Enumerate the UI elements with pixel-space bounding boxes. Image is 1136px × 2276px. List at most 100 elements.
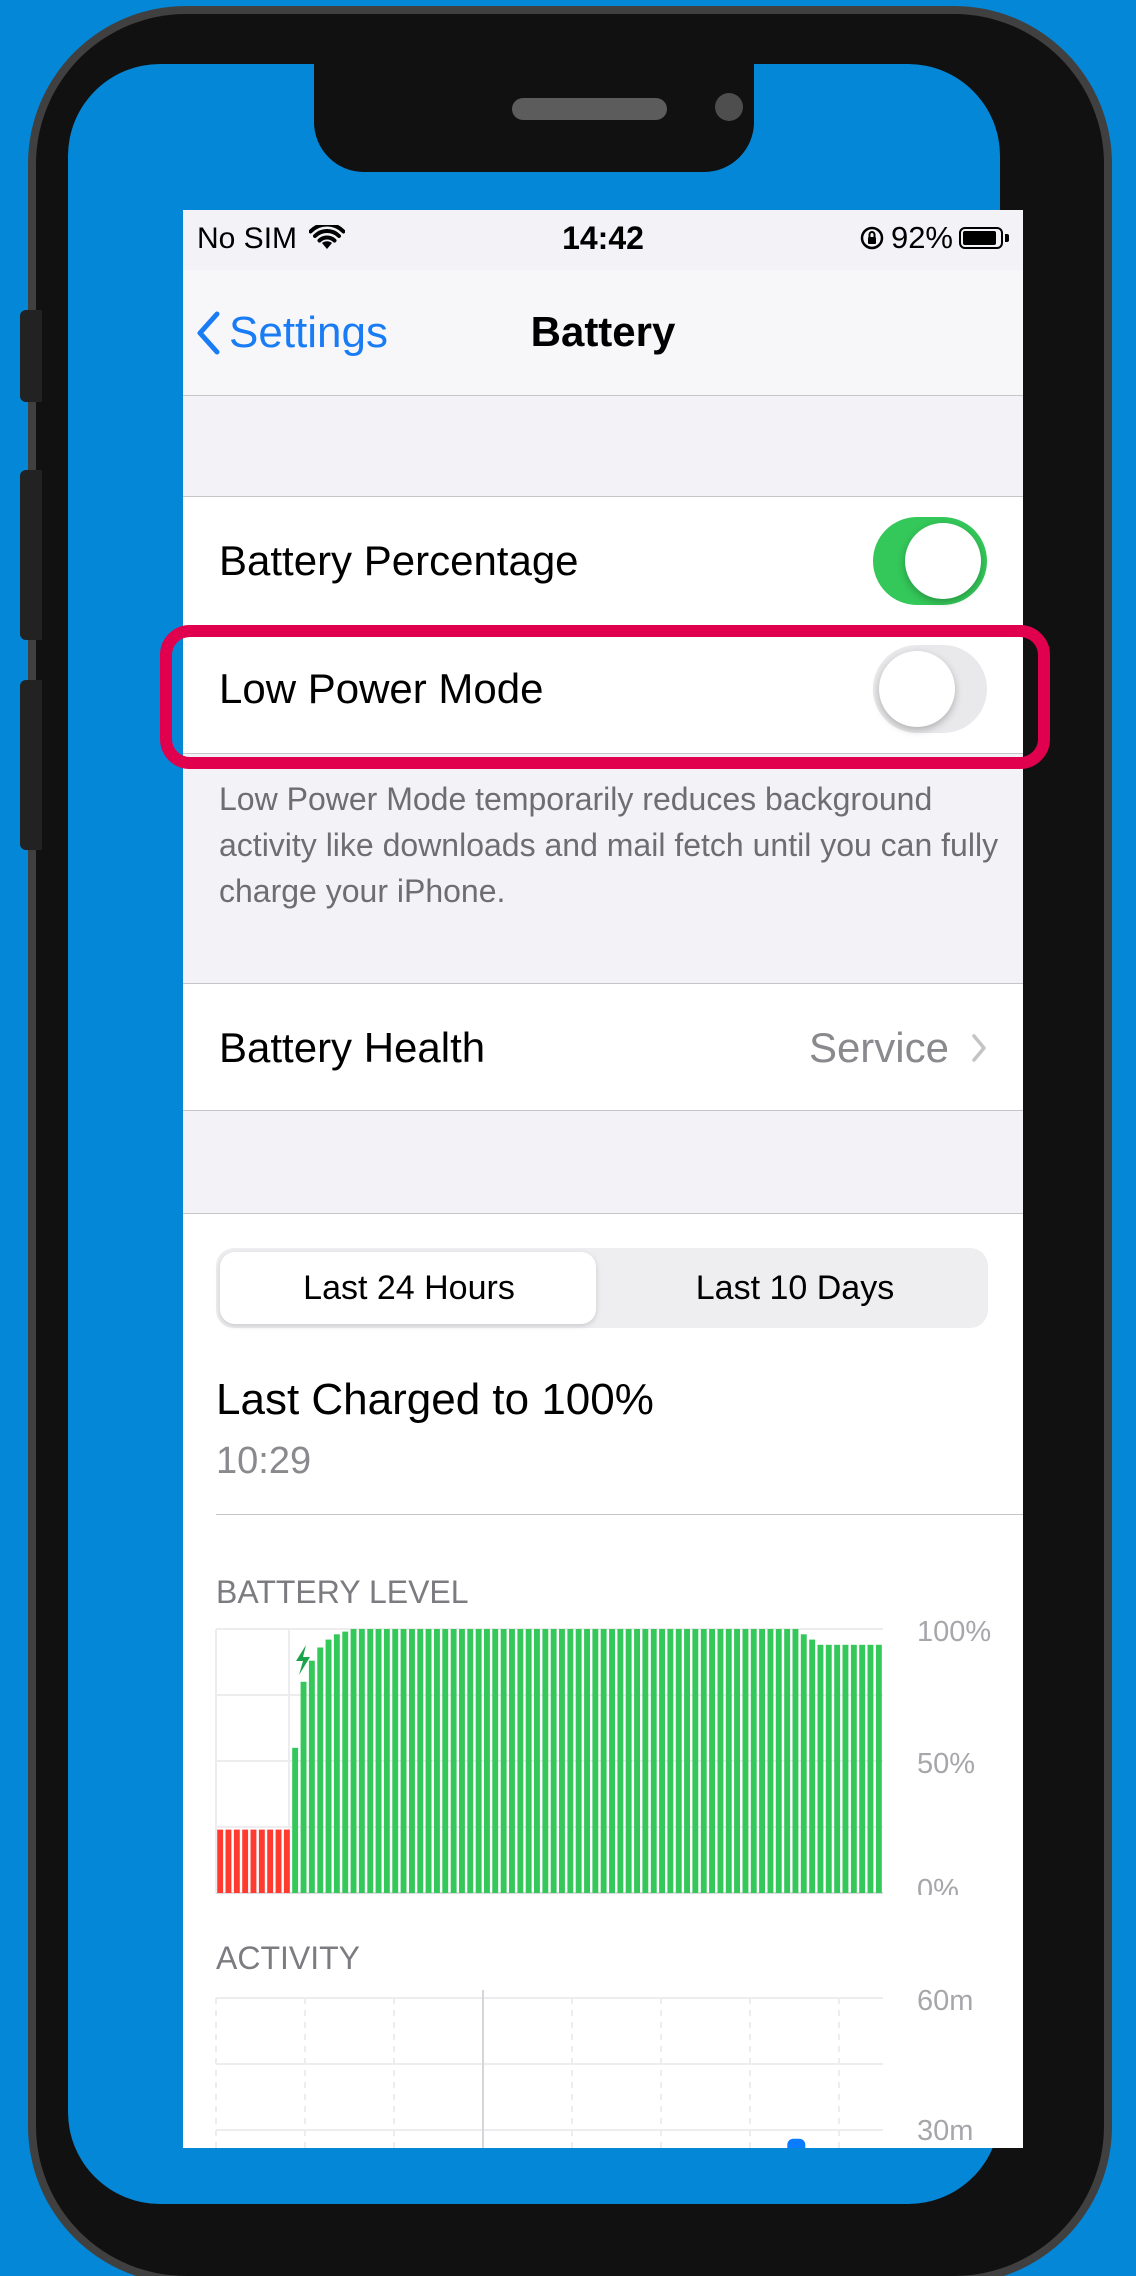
battery-level-bar [450, 1629, 457, 1893]
battery-level-bar [400, 1629, 407, 1893]
last-charged-title: Last Charged to 100% [216, 1375, 654, 1424]
y-tick-50: 50% [917, 1748, 975, 1780]
battery-level-bar [525, 1629, 532, 1893]
battery-level-bar [342, 1631, 349, 1893]
battery-level-bar [800, 1634, 807, 1893]
low-power-mode-highlight-box [160, 625, 1050, 769]
battery-level-bar [684, 1629, 690, 1893]
battery-health-label: Battery Health [219, 1024, 486, 1071]
battery-level-bar [417, 1629, 424, 1893]
activity-chart: 60m 30m [215, 1985, 973, 2148]
battery-health-value-wrap: Service [809, 1024, 987, 1072]
battery-level-bar [692, 1629, 699, 1893]
battery-level-bar [700, 1629, 707, 1893]
battery-level-bar [709, 1629, 715, 1893]
battery-level-bar [559, 1629, 565, 1893]
segment-last-24-hours[interactable]: Last 24 Hours [216, 1248, 602, 1328]
battery-level-bar [492, 1629, 499, 1893]
battery-level-bar [834, 1644, 841, 1893]
battery-level-chart-title: BATTERY LEVEL [216, 1574, 469, 1610]
activity-y-tick-60m: 60m [917, 1985, 973, 2017]
battery-level-bar [250, 1829, 257, 1893]
battery-level-bar [725, 1629, 732, 1893]
battery-nub [1005, 234, 1009, 242]
low-power-mode-description: Low Power Mode temporarily reduces backg… [219, 781, 999, 909]
activity-bar [787, 2138, 806, 2148]
battery-level-bar [484, 1629, 490, 1893]
battery-level-bar [734, 1629, 740, 1893]
battery-level-bar [383, 1629, 390, 1893]
battery-level-bar [600, 1629, 607, 1893]
battery-level-bar [792, 1629, 799, 1893]
battery-level-bar [759, 1629, 765, 1893]
time-range-segmented-control: Last 24 Hours Last 10 Days [216, 1248, 988, 1328]
battery-level-bar [317, 1647, 324, 1893]
front-camera [715, 93, 743, 121]
health-bottom-separator [183, 1110, 1023, 1111]
battery-level-bar [567, 1629, 574, 1893]
volume-down-button [20, 680, 42, 850]
battery-level-bar [784, 1629, 791, 1893]
battery-level-bar [650, 1629, 657, 1893]
battery-level-bar [617, 1629, 624, 1893]
battery-level-bar [308, 1660, 315, 1893]
battery-level-bar [659, 1629, 665, 1893]
battery-level-bar [258, 1829, 265, 1893]
battery-level-bar [300, 1681, 307, 1893]
battery-health-row[interactable]: Battery Health Service [183, 984, 1023, 1110]
page-title: Battery [530, 308, 676, 355]
segment-last-10-days[interactable]: Last 10 Days [602, 1248, 988, 1328]
last-charged-separator [216, 1514, 1023, 1515]
toggle-knob [905, 523, 981, 599]
battery-level-bar [750, 1629, 757, 1893]
status-right: 92% [859, 220, 1009, 256]
battery-percentage-row: Battery Percentage [183, 497, 1023, 625]
battery-level-bar [850, 1644, 857, 1893]
battery-level-bar [267, 1829, 274, 1893]
activity-chart-title: ACTIVITY [216, 1940, 361, 1976]
battery-level-bar [467, 1629, 474, 1893]
battery-level-bar [767, 1629, 774, 1893]
battery-level-bar [509, 1629, 515, 1893]
battery-icon [959, 227, 1003, 249]
battery-level-bar [550, 1629, 557, 1893]
activity-y-tick-30m: 30m [917, 2115, 973, 2147]
battery-level-bar [292, 1747, 299, 1893]
ringer-switch [20, 310, 42, 402]
battery-level-bar [475, 1629, 482, 1893]
y-tick-100: 100% [917, 1616, 991, 1648]
notch-area [68, 64, 1000, 224]
battery-level-bar [500, 1629, 507, 1893]
battery-level-bar [325, 1639, 332, 1893]
charging-bolt-icon [296, 1645, 310, 1675]
battery-level-bar [634, 1629, 640, 1893]
battery-level-bar [675, 1629, 682, 1893]
battery-level-bar [667, 1629, 674, 1893]
battery-level-bar [609, 1629, 615, 1893]
battery-level-bar [358, 1629, 365, 1893]
battery-level-bar [867, 1644, 874, 1893]
battery-level-chart: 100% 50% 0% [215, 1616, 991, 1895]
battery-level-bar [434, 1629, 440, 1893]
battery-level-bar [584, 1629, 590, 1893]
battery-level-bar [842, 1644, 849, 1893]
battery-level-bar [625, 1629, 632, 1893]
battery-level-bar [442, 1629, 449, 1893]
battery-level-bar [425, 1629, 432, 1893]
volume-up-button [20, 470, 42, 640]
battery-level-bar [809, 1639, 816, 1893]
battery-level-bar [542, 1629, 549, 1893]
battery-level-bar [534, 1629, 540, 1893]
battery-level-bar [350, 1629, 357, 1893]
activity-bars [787, 2138, 806, 2148]
battery-level-bar [459, 1629, 465, 1893]
battery-percentage-label: Battery Percentage [219, 537, 579, 584]
battery-level-bar [392, 1629, 399, 1893]
battery-level-bar [375, 1629, 382, 1893]
battery-percentage-toggle[interactable] [873, 517, 987, 605]
battery-level-bar [817, 1644, 824, 1893]
battery-level-bar [517, 1629, 524, 1893]
battery-level-bar [859, 1644, 866, 1893]
battery-level-bar [275, 1829, 282, 1893]
battery-level-bar [283, 1829, 290, 1893]
